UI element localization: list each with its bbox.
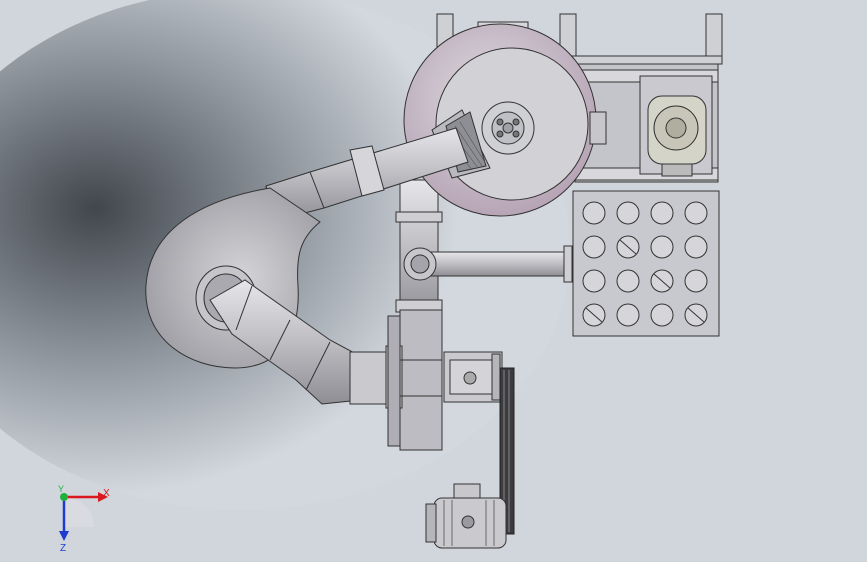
y-axis-dot xyxy=(60,493,68,501)
cad-viewport[interactable]: X Y Z xyxy=(0,0,867,562)
y-axis-label: Y xyxy=(58,484,64,494)
perforated-filter-plate[interactable] xyxy=(572,190,720,337)
fan-bearing-block[interactable] xyxy=(443,351,503,403)
blower-fan[interactable] xyxy=(385,309,443,451)
x-axis-label: X xyxy=(103,488,110,499)
model-canvas[interactable]: X Y Z xyxy=(0,0,867,562)
cyclone-motor[interactable] xyxy=(639,75,713,177)
z-axis-label: Z xyxy=(60,543,66,554)
